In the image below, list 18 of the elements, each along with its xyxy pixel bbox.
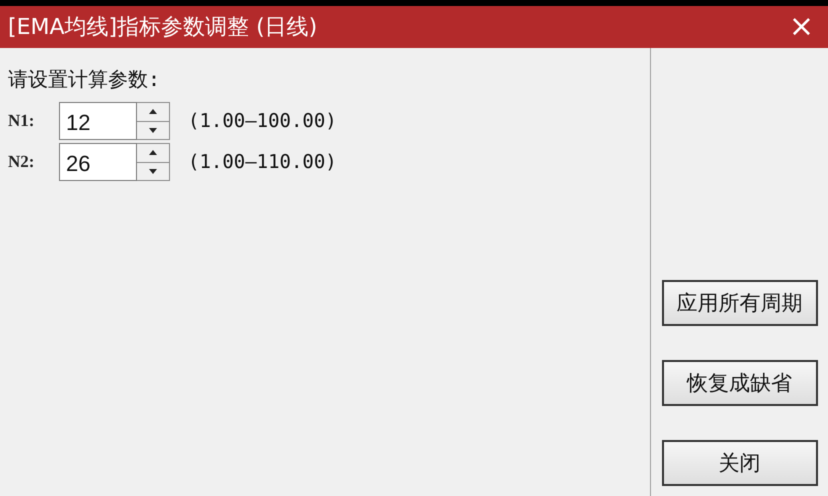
- dialog-button[interactable]: 恢复成缺省: [662, 360, 818, 406]
- number-field[interactable]: 26: [59, 143, 137, 181]
- down-arrow-icon: [149, 128, 157, 133]
- up-arrow-icon: [149, 109, 157, 114]
- prompt-text: 请设置计算参数:: [8, 66, 162, 93]
- parameter-label: N2:: [8, 152, 36, 172]
- parameter-label: N1:: [8, 111, 36, 131]
- spinner[interactable]: [137, 102, 170, 140]
- dialog-button[interactable]: 应用所有周期: [662, 280, 818, 326]
- down-arrow-icon: [149, 168, 157, 174]
- spinner[interactable]: [137, 143, 170, 181]
- range-text: (1.00—100.00): [188, 110, 337, 132]
- window-title: [EMA均线]指标参数调整 (日线): [8, 14, 318, 42]
- number-field[interactable]: 12: [59, 102, 137, 140]
- up-arrow-icon: [149, 150, 157, 156]
- close-button[interactable]: ×: [784, 12, 818, 42]
- dialog-button[interactable]: 关闭: [662, 440, 818, 486]
- range-text: (1.00—110.00): [188, 151, 337, 173]
